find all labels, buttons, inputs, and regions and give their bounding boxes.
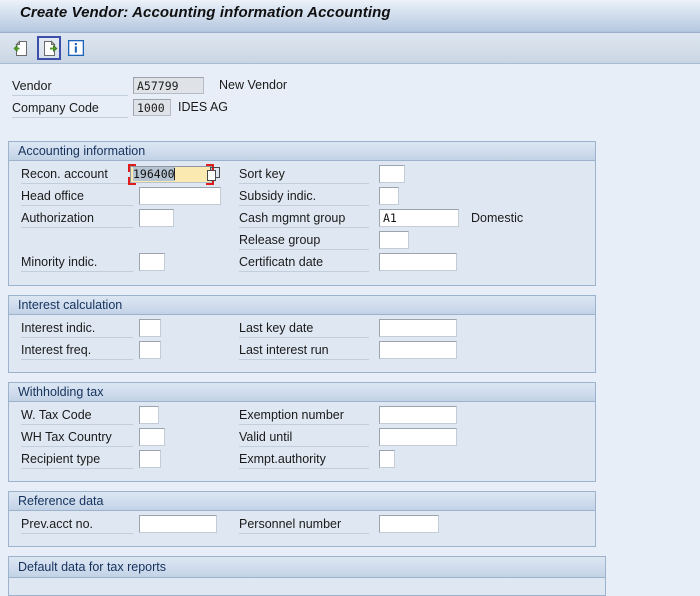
text-caret	[173, 168, 175, 180]
subsidy-indic-label: Subsidy indic.	[239, 188, 369, 206]
prev-acct-no-label: Prev.acct no.	[21, 516, 133, 534]
group-interest-calculation: Interest calculation Interest indic. Int…	[8, 295, 596, 373]
wh-tax-country-label: WH Tax Country	[21, 429, 133, 447]
cash-mgmnt-group-input[interactable]: A1	[379, 209, 459, 227]
recon-account-search-help-button[interactable]	[207, 167, 221, 182]
certificatn-date-label: Certificatn date	[239, 254, 369, 272]
group-interest-calculation-title: Interest calculation	[9, 296, 595, 315]
sort-key-input[interactable]	[379, 165, 405, 183]
group-reference-data: Reference data Prev.acct no. Personnel n…	[8, 491, 596, 547]
last-interest-run-label: Last interest run	[239, 342, 369, 360]
last-key-date-label: Last key date	[239, 320, 369, 338]
group-default-data-tax-reports-title: Default data for tax reports	[9, 557, 605, 578]
interest-freq-label: Interest freq.	[21, 342, 133, 360]
head-office-label: Head office	[21, 188, 133, 206]
group-default-data-tax-reports: Default data for tax reports	[8, 556, 606, 596]
info-icon	[68, 40, 84, 56]
vendor-label: Vendor	[12, 79, 128, 96]
certificatn-date-input[interactable]	[379, 253, 457, 271]
authorization-input[interactable]	[139, 209, 174, 227]
cash-mgmnt-group-description: Domestic	[471, 211, 524, 225]
group-withholding-tax-title: Withholding tax	[9, 383, 595, 402]
cash-mgmnt-group-label: Cash mgmnt group	[239, 210, 369, 228]
minority-indic-input[interactable]	[139, 253, 165, 271]
w-tax-code-input[interactable]	[139, 406, 159, 424]
valid-until-label: Valid until	[239, 429, 369, 447]
sort-key-label: Sort key	[239, 166, 369, 184]
personnel-number-label: Personnel number	[239, 516, 369, 534]
vendor-value: A57799	[133, 77, 204, 94]
exmpt-authority-label: Exmpt.authority	[239, 451, 369, 469]
next-page-button[interactable]	[37, 36, 61, 60]
back-page-button[interactable]	[10, 36, 34, 60]
vendor-key-fields: Vendor A57799 New Vendor Company Code 10…	[0, 64, 700, 126]
wh-tax-country-input[interactable]	[139, 428, 165, 446]
group-accounting-information-title: Accounting information	[9, 142, 595, 161]
minority-indic-label: Minority indic.	[21, 254, 133, 272]
last-key-date-input[interactable]	[379, 319, 457, 337]
back-page-icon	[13, 39, 27, 56]
group-reference-data-title: Reference data	[9, 492, 595, 511]
application-toolbar	[0, 33, 700, 64]
group-default-data-tax-reports-body	[9, 578, 605, 595]
personnel-number-input[interactable]	[379, 515, 439, 533]
prev-acct-no-input[interactable]	[139, 515, 217, 533]
next-page-icon	[43, 39, 57, 56]
recipient-type-label: Recipient type	[21, 451, 133, 469]
recon-account-value: 196400	[133, 167, 175, 181]
last-interest-run-input[interactable]	[379, 341, 457, 359]
selection-marker-top-left	[128, 164, 136, 172]
info-button[interactable]	[64, 36, 88, 60]
recon-account-label: Recon. account	[21, 166, 133, 184]
exmpt-authority-input[interactable]	[379, 450, 395, 468]
release-group-label: Release group	[239, 232, 369, 250]
exemption-number-input[interactable]	[379, 406, 457, 424]
exemption-number-label: Exemption number	[239, 407, 369, 425]
company-code-value: 1000	[133, 99, 171, 116]
interest-indic-input[interactable]	[139, 319, 161, 337]
group-accounting-information-body: Recon. account Head office Authorization…	[9, 161, 595, 285]
valid-until-input[interactable]	[379, 428, 457, 446]
recipient-type-input[interactable]	[139, 450, 161, 468]
company-code-label: Company Code	[12, 101, 128, 118]
interest-freq-input[interactable]	[139, 341, 161, 359]
page-title: Create Vendor: Accounting information Ac…	[20, 4, 391, 21]
head-office-input[interactable]	[139, 187, 221, 205]
group-withholding-tax-body: W. Tax Code WH Tax Country Recipient typ…	[9, 402, 595, 481]
group-accounting-information: Accounting information Recon. account He…	[8, 141, 596, 286]
release-group-input[interactable]	[379, 231, 409, 249]
group-withholding-tax: Withholding tax W. Tax Code WH Tax Count…	[8, 382, 596, 482]
interest-indic-label: Interest indic.	[21, 320, 133, 338]
window-title-bar: Create Vendor: Accounting information Ac…	[0, 0, 700, 33]
selection-marker-bottom-left	[128, 177, 136, 185]
w-tax-code-label: W. Tax Code	[21, 407, 133, 425]
vendor-description: New Vendor	[219, 78, 288, 92]
recon-account-field-wrapper: 196400	[128, 164, 214, 185]
group-reference-data-body: Prev.acct no. Personnel number	[9, 511, 595, 546]
recon-account-input[interactable]: 196400	[130, 166, 212, 183]
search-help-icon	[207, 167, 220, 181]
subsidy-indic-input[interactable]	[379, 187, 399, 205]
group-interest-calculation-body: Interest indic. Interest freq. Last key …	[9, 315, 595, 372]
authorization-label: Authorization	[21, 210, 133, 228]
company-code-description: IDES AG	[178, 100, 229, 114]
